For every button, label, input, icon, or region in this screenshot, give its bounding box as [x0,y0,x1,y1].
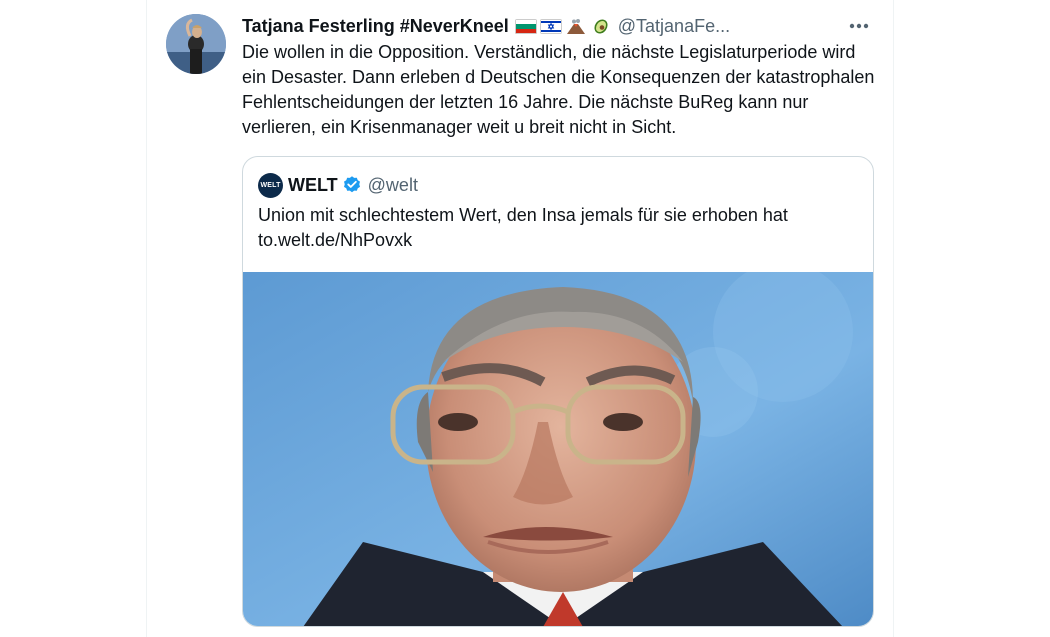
bulgaria-flag-icon [514,18,537,34]
tweet[interactable]: Tatjana Festerling #NeverKneel @TatjanaF… [147,0,893,637]
quoted-tweet-card[interactable]: WELT WELT @welt Union mit schlechtestem … [242,156,874,627]
quoted-handle: @welt [367,174,418,195]
user-avatar[interactable] [166,14,226,74]
tweet-header: Tatjana Festerling #NeverKneel @TatjanaF… [242,14,882,38]
timeline-column: Tatjana Festerling #NeverKneel @TatjanaF… [146,0,894,637]
tweet-text: Die wollen in die Opposition. Verständli… [242,42,875,137]
quoted-tweet-photo[interactable] [243,272,873,626]
quoted-display-name: WELT [288,174,338,195]
verified-badge-icon [342,175,362,195]
quoted-tweet-text: Union mit schlechtestem Wert, den Insa j… [258,203,858,253]
quoted-tweet-header: WELT WELT @welt [258,172,418,198]
quoted-link[interactable]: to.welt.de/NhPovxk [258,228,858,253]
display-name[interactable]: Tatjana Festerling #NeverKneel [242,16,509,37]
name-emoji-group [514,18,612,34]
welt-avatar: WELT [258,172,283,198]
avocado-icon [590,18,612,34]
israel-flag-icon [539,18,562,34]
user-handle[interactable]: @TatjanaFe... [618,16,730,37]
volcano-icon [565,18,587,34]
more-options-icon[interactable] [845,14,873,38]
quoted-text-body: Union mit schlechtestem Wert, den Insa j… [258,205,788,225]
